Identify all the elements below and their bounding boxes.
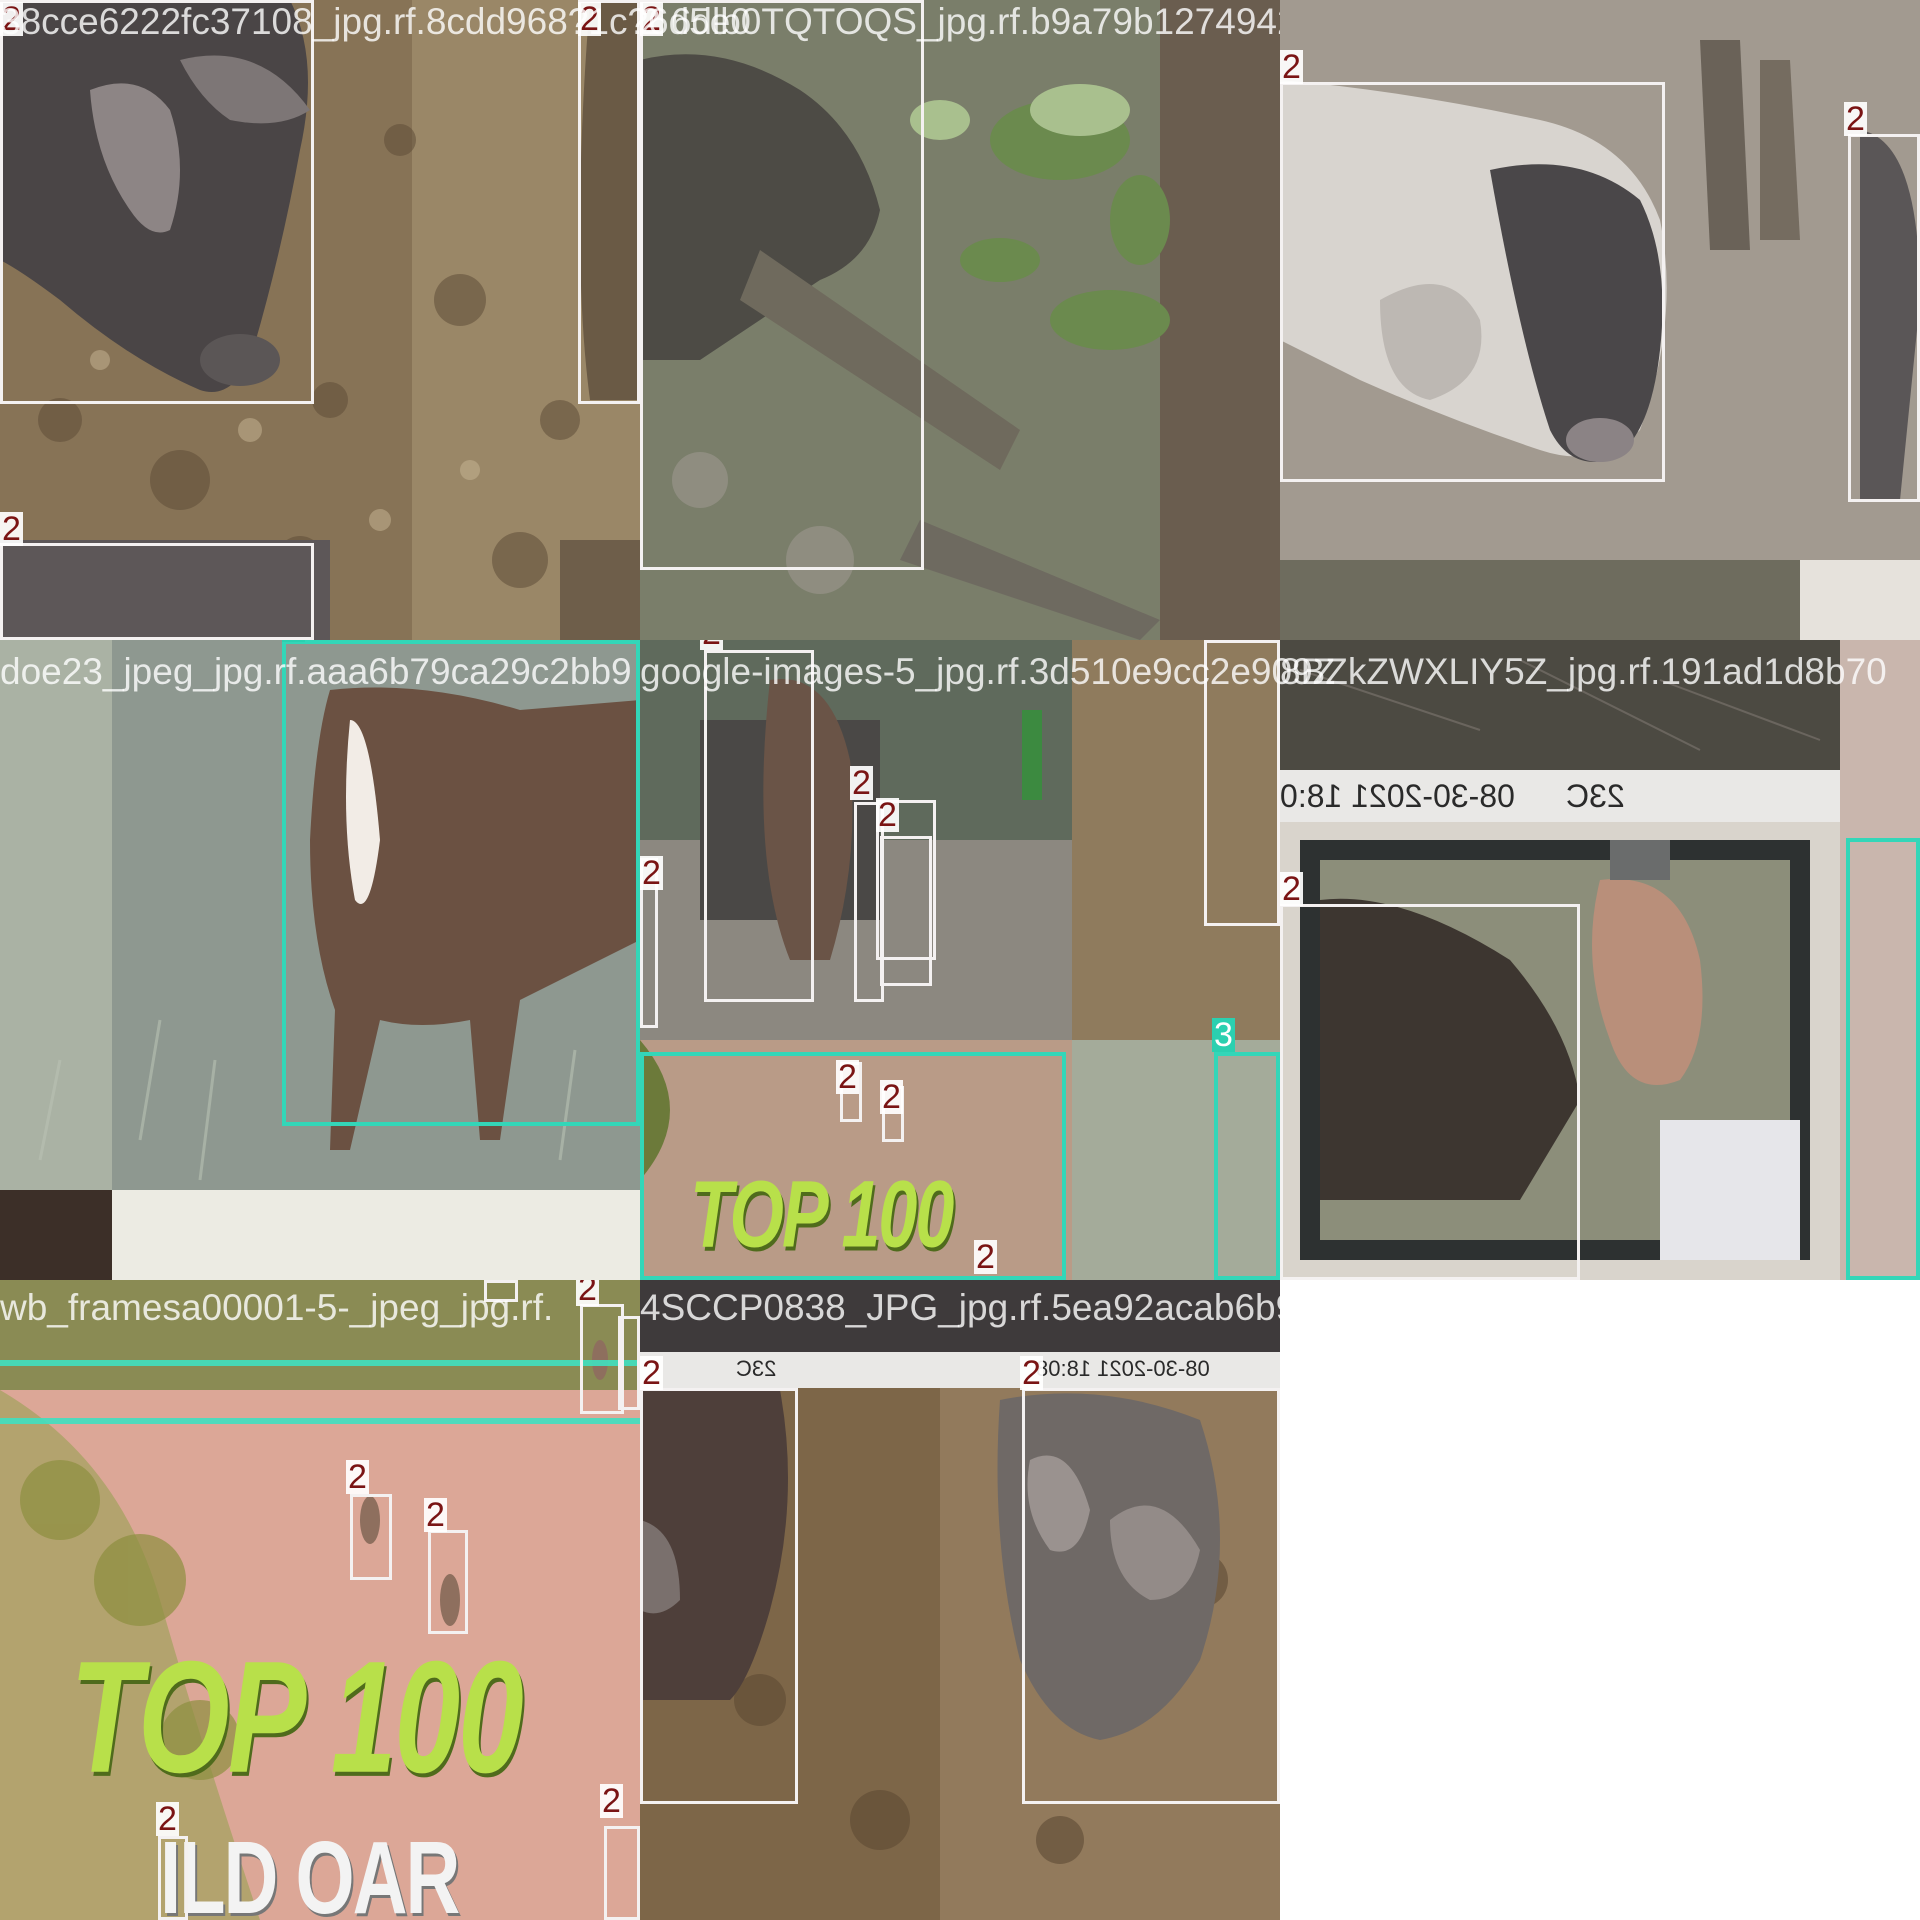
divider-line: [0, 1418, 640, 1424]
detection-box: [1214, 1052, 1280, 1280]
detection-box: [1280, 904, 1580, 1280]
class-label: 2: [640, 1354, 663, 1392]
camera-temperature: 23C: [736, 1356, 777, 1381]
overlay-subcaption: ILD OAR: [160, 1821, 460, 1920]
class-label: 2: [1280, 870, 1303, 908]
class-label: 2: [346, 1458, 369, 1496]
image-filename: 8BZkZWXLIY5Z_jpg.rf.191ad1d8b70: [1280, 651, 1887, 692]
tile-boar-car: 08-30-2021 18:0 23C 2: [1280, 640, 1920, 1280]
detection-box: [578, 0, 640, 404]
detection-box: [1846, 838, 1920, 1280]
tile-boar-plank: 2 2 6dlb0TQTOQS_jpg.rf.b9a79b12749428?59…: [640, 0, 1280, 640]
image-filename: 38cce6222fc37108_jpg.rf.8cdd968?1c?6d5e0: [0, 1, 751, 42]
detection-box: [1022, 1388, 1280, 1804]
class-label: 2: [0, 510, 23, 548]
class-label: 2: [876, 796, 899, 834]
detection-box: [618, 1316, 640, 1410]
detection-box: [0, 543, 314, 640]
detection-box: [282, 640, 640, 1126]
class-label: 2: [836, 1058, 859, 1096]
image-filename: wb_framesa00001-5-_jpeg_jpg.rf.: [0, 1287, 554, 1328]
detection-box: [604, 1826, 640, 1920]
class-label: 3: [282, 640, 305, 642]
tile-pig-soil: 2 2 2: [0, 0, 640, 640]
class-label: 2: [640, 854, 663, 892]
detection-box: [704, 650, 814, 1002]
class-label: 3: [1212, 1016, 1235, 1054]
class-label: 2: [1844, 100, 1867, 138]
tile-camera-pigs: 23C 08-30-2021 18:08 2 2: [640, 1280, 1280, 1920]
image-filename: google-images-5_jpg.rf.3d510e9cc2e909Z: [640, 651, 1336, 692]
class-label: 2: [1280, 48, 1303, 86]
detection-box: [1848, 134, 1920, 502]
tile-wb-frames: TOP 100 ILD OAR 2 2 2 2 2 2 2: [0, 1280, 640, 1920]
detection-box: [428, 1530, 468, 1634]
divider-line: [0, 1360, 640, 1366]
detection-box: [640, 0, 924, 570]
image-filename: doe23_jpeg_jpg.rf.aaa6b79ca29c2bb9: [0, 651, 632, 692]
detection-box: [158, 1836, 188, 1920]
detection-mosaic: 2 2 2 2 2 6dlb0TQTOQS_jpg.rf.b9a79b12749…: [0, 0, 1920, 1920]
overlay-caption: TOP 100: [70, 1628, 524, 1807]
detection-box: [350, 1494, 392, 1580]
detection-box: [0, 0, 314, 404]
class-label: 2: [424, 1496, 447, 1534]
class-label: 2: [880, 1078, 903, 1116]
tile-google-images: TOP 100 2 2 2 2 2 2 2 3 2: [640, 640, 1280, 1280]
camera-timestamp: 08-30-2021 18:0: [1280, 778, 1515, 814]
camera-timestamp: 08-30-2021 18:08: [1036, 1356, 1210, 1381]
class-label: 2: [156, 1800, 179, 1838]
image-filename: 4SCCP0838_JPG_jpg.rf.5ea92acab6b9bcb6f09…: [640, 1287, 1449, 1328]
class-label: 2: [974, 1238, 997, 1276]
tile-deer: 3 doe23_jpeg_jpg.rf.aaa6b79ca29c2bb9: [0, 640, 640, 1280]
class-label: 2: [576, 1280, 599, 1306]
class-label: 2: [850, 764, 873, 802]
class-label: 2: [600, 1782, 623, 1820]
detection-box: [640, 1388, 798, 1804]
class-label: 2: [1020, 1354, 1043, 1392]
detection-box: [1280, 82, 1665, 482]
camera-temperature: 23C: [1566, 778, 1625, 814]
class-label: 2: [700, 640, 723, 650]
tile-lying-pig: 2 2: [1280, 0, 1920, 640]
detection-box: [880, 836, 932, 986]
